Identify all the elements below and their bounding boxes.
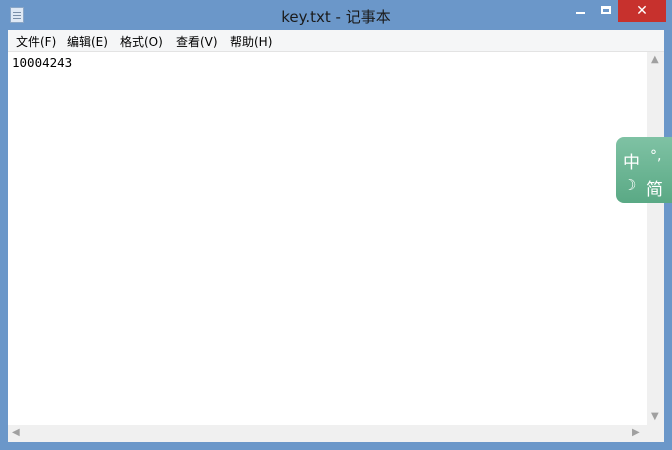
menu-bar: 文件(F) 编辑(E) 格式(O) 查看(V) 帮助(H) (8, 30, 664, 52)
horizontal-scrollbar[interactable]: ◀ ▶ (8, 425, 647, 442)
scroll-right-icon[interactable]: ▶ (632, 427, 640, 438)
ime-chinese-mode[interactable]: 中 (623, 148, 640, 173)
minimize-button[interactable] (566, 0, 596, 22)
menu-format[interactable]: 格式(O) (120, 33, 163, 50)
ime-simplified[interactable]: 简 (646, 175, 663, 200)
menu-edit[interactable]: 编辑(E) (67, 33, 108, 50)
scrollbar-corner (647, 425, 664, 442)
ime-punctuation[interactable]: °, (650, 148, 661, 164)
scroll-down-icon[interactable]: ▼ (651, 411, 659, 422)
scroll-left-icon[interactable]: ◀ (12, 427, 20, 438)
moon-icon[interactable]: ☽ (623, 176, 636, 194)
menu-view[interactable]: 查看(V) (176, 33, 218, 50)
vertical-scrollbar[interactable]: ▲ ▼ (647, 52, 664, 425)
title-bar[interactable]: key.txt - 记事本 ✕ (0, 0, 672, 30)
editor-content[interactable]: 10004243 (12, 55, 72, 70)
notepad-window: key.txt - 记事本 ✕ 文件(F) 编辑(E) 格式(O) 查看(V) … (0, 0, 672, 450)
text-editor[interactable]: 10004243 ▲ ▼ ◀ ▶ (8, 52, 664, 442)
menu-file[interactable]: 文件(F) (16, 33, 56, 50)
ime-toolbar[interactable]: 中 °, ☽ 简 (616, 137, 672, 203)
scroll-up-icon[interactable]: ▲ (651, 54, 659, 65)
menu-help[interactable]: 帮助(H) (230, 33, 272, 50)
close-button[interactable]: ✕ (618, 0, 666, 22)
maximize-button[interactable] (596, 0, 618, 22)
close-icon: ✕ (636, 3, 648, 19)
